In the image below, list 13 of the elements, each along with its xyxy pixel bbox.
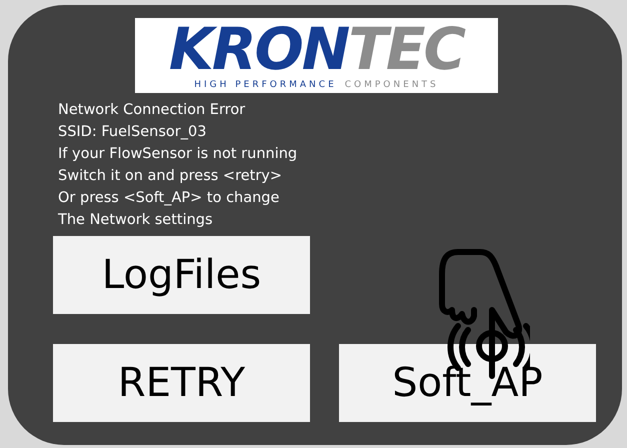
message-line: SSID: FuelSensor_03 — [58, 123, 208, 142]
logo-wordmark-part: KRON — [168, 18, 348, 80]
message-line: Switch it on and press <retry> — [58, 167, 284, 186]
action-button[interactable]: RETRY — [53, 344, 310, 422]
action-button[interactable]: Soft_AP — [339, 344, 596, 422]
message-line: Network Connection Error — [58, 101, 246, 120]
message-line: If your FlowSensor is not running — [58, 145, 298, 164]
message-line: The Network settings — [58, 211, 214, 230]
logo-tagline-part: COMPONENTS — [344, 80, 439, 91]
logo-tagline-part: HIGH PERFORMANCE — [194, 80, 337, 91]
message-line: Or press <Soft_AP> to change — [58, 189, 280, 208]
logo-wordmark-part: TEC — [348, 18, 464, 80]
action-button[interactable]: LogFiles — [53, 236, 310, 314]
